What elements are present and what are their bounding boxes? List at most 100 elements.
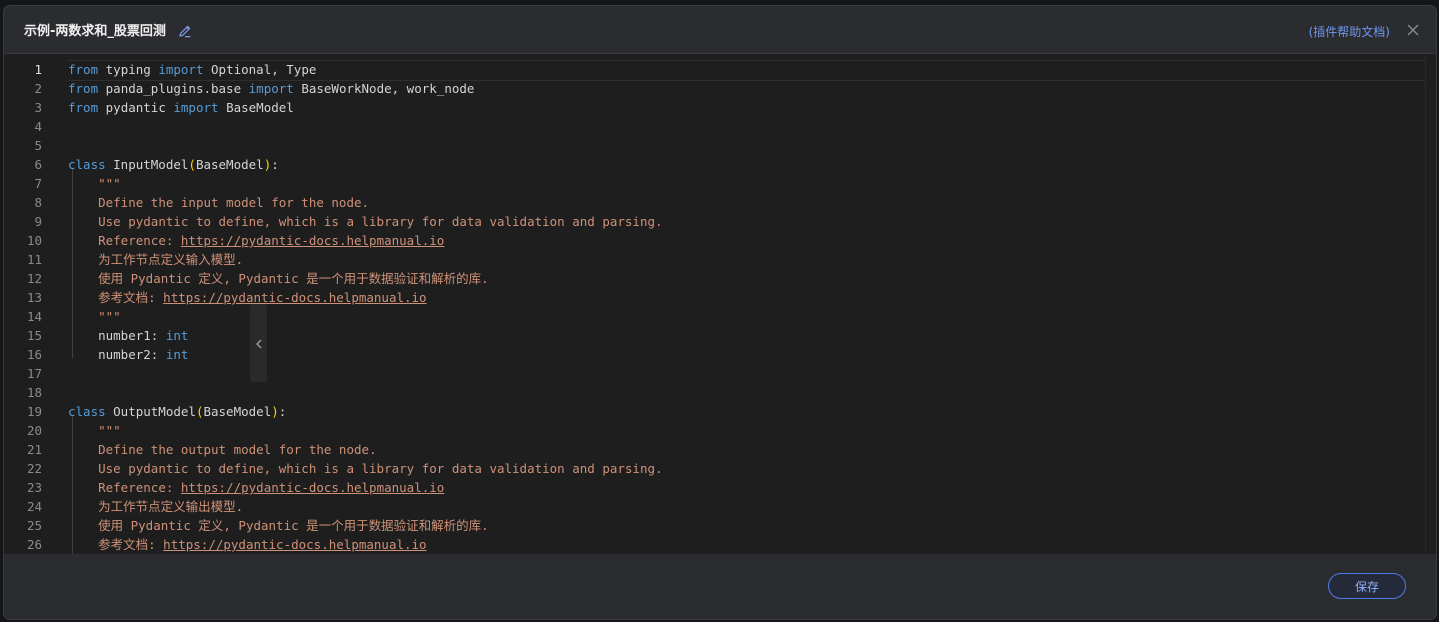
code-line[interactable]: from typing import Optional, Type [68,60,1424,79]
code-token: : [271,157,279,172]
code-line[interactable]: Define the input model for the node. [68,193,1424,212]
code-token: class [68,157,114,172]
code-line[interactable]: number1: int [68,326,1424,345]
plugin-help-link[interactable]: (插件帮助文档) [1309,23,1390,40]
code-token: : [278,404,287,419]
code-token: from [68,100,106,115]
vertical-scrollbar[interactable] [1425,54,1436,554]
code-line[interactable]: """ [68,307,1424,326]
line-number: 5 [34,138,42,153]
code-token: Optional, Type [211,62,317,77]
plugin-editor-dialog: 示例-两数求和_股票回测 (插件帮助文档) 1 2 3 4 5 6 7 8 9 10 11 12 13 1… [4,6,1436,619]
code-line[interactable]: 参考文档: https://pydantic-docs.helpmanual.i… [68,288,1424,307]
code-token: number1: [68,328,166,343]
code-line[interactable]: Use pydantic to define, which is a libra… [68,459,1424,478]
code-token: 参考文档: [98,537,164,552]
code-token: int [165,347,189,362]
code-token: typing [105,62,159,77]
code-line[interactable] [68,136,1424,155]
line-number: 2 [34,81,42,96]
line-number: 9 [34,214,42,229]
code-token: 参考文档: [98,290,164,305]
code-token: import [173,100,227,115]
line-number: 7 [34,176,42,191]
line-number: 26 [26,537,42,552]
line-number: 23 [26,480,42,495]
code-link[interactable]: https://pydantic-docs.helpmanual.io [163,537,426,552]
line-number: 24 [26,499,42,514]
code-token: """ [98,309,121,324]
code-token: """ [98,423,121,438]
line-number: 12 [26,271,42,286]
line-number: 14 [26,309,42,324]
code-line[interactable] [68,364,1424,383]
code-token: 为工作节点定义输入模型. [98,252,244,267]
code-token: 为工作节点定义输出模型. [98,499,244,514]
code-token: Use pydantic to define, which is a libra… [98,214,663,229]
code-line[interactable] [68,383,1424,402]
code-line[interactable]: Use pydantic to define, which is a libra… [68,212,1424,231]
close-icon[interactable] [1406,22,1420,36]
code-token: """ [98,176,121,191]
line-number: 11 [26,252,42,267]
code-line[interactable]: class OutputModel(BaseModel): [68,402,1424,421]
line-number: 18 [26,385,42,400]
line-number: 25 [26,518,42,533]
code-token: from [68,62,106,77]
pencil-icon[interactable] [178,23,192,37]
line-number: 17 [26,366,42,381]
code-link[interactable]: https://pydantic-docs.helpmanual.io [181,480,444,495]
code-line[interactable]: class InputModel(BaseModel): [68,155,1424,174]
code-token: 使用 Pydantic 定义, Pydantic 是一个用于数据验证和解析的库. [98,271,489,286]
code-line[interactable]: """ [68,421,1424,440]
code-token: InputModel [113,157,189,172]
code-token: Reference: [98,233,181,248]
code-area[interactable]: from typing import Optional, Type from pa… [68,54,1424,554]
code-token: Define the output model for the node. [98,442,377,457]
code-link[interactable]: https://pydantic-docs.helpmanual.io [181,233,444,248]
line-number: 15 [26,328,42,343]
code-token: BaseWorkNode, work_node [301,81,475,96]
code-line[interactable]: 参考文档: https://pydantic-docs.helpmanual.i… [68,535,1424,554]
code-token: ) [271,404,279,419]
code-line[interactable]: from panda_plugins.base import BaseWorkN… [68,79,1424,98]
code-line[interactable] [68,117,1424,136]
line-number-gutter: 1 2 3 4 5 6 7 8 9 10 11 12 13 14 15 16 17 18 19 20 21 22 23 24 2… [4,54,54,554]
line-number: 22 [26,461,42,476]
code-line[interactable]: from pydantic import BaseModel [68,98,1424,117]
code-token: BaseModel [203,404,272,419]
code-token: import [158,62,212,77]
code-token: Reference: [98,480,181,495]
code-line[interactable]: Reference: https://pydantic-docs.helpman… [68,231,1424,250]
code-token: from [68,81,106,96]
code-line[interactable]: number2: int [68,345,1424,364]
code-line[interactable]: Reference: https://pydantic-docs.helpman… [68,478,1424,497]
collapse-panel-handle[interactable] [250,304,267,382]
code-line[interactable]: 使用 Pydantic 定义, Pydantic 是一个用于数据验证和解析的库. [68,516,1424,535]
code-token: ( [188,157,196,172]
code-token: int [165,328,189,343]
line-number: 3 [34,100,42,115]
code-line[interactable]: Define the output model for the node. [68,440,1424,459]
code-line[interactable]: 为工作节点定义输出模型. [68,497,1424,516]
line-number: 13 [26,290,42,305]
code-link[interactable]: https://pydantic-docs.helpmanual.io [163,290,426,305]
code-line[interactable]: 使用 Pydantic 定义, Pydantic 是一个用于数据验证和解析的库. [68,269,1424,288]
line-number: 21 [26,442,42,457]
code-token: OutputModel [113,404,196,419]
code-editor[interactable]: 1 2 3 4 5 6 7 8 9 10 11 12 13 14 15 16 17 18 19 20 21 22 23 24 2… [4,53,1436,554]
code-line[interactable]: """ [68,174,1424,193]
save-button[interactable]: 保存 [1328,573,1406,599]
code-line[interactable]: 为工作节点定义输入模型. [68,250,1424,269]
